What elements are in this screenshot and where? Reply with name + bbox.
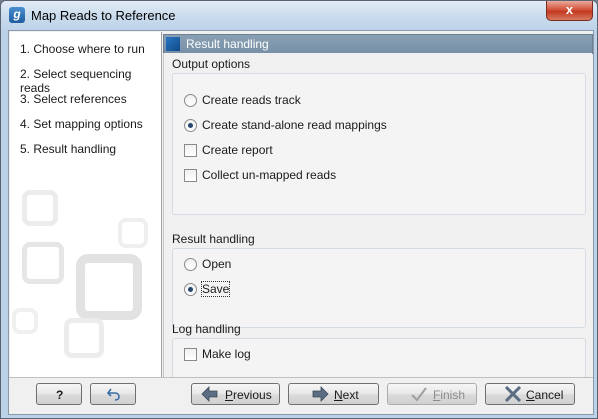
result-handling-group: Open Save <box>172 248 586 328</box>
title-bar[interactable]: g Map Reads to Reference x <box>1 1 597 30</box>
cancel-x-icon <box>504 386 522 402</box>
save-radio[interactable] <box>184 283 197 296</box>
create-reads-track-radio[interactable] <box>184 94 197 107</box>
panel-header-title: Result handling <box>186 37 269 51</box>
dialog-window: g Map Reads to Reference x 1. Choose whe… <box>0 0 598 419</box>
collect-unmapped-reads-label: Collect un-mapped reads <box>202 168 337 182</box>
cancel-button[interactable]: Cancel <box>485 383 575 405</box>
window-title: Map Reads to Reference <box>31 8 176 23</box>
wizard-client-area: 1. Choose where to run 2. Select sequenc… <box>8 30 594 415</box>
make-log-checkbox[interactable] <box>184 348 197 361</box>
create-standalone-mappings-radio[interactable] <box>184 119 197 132</box>
save-label: Save <box>200 281 231 297</box>
create-standalone-mappings-label: Create stand-alone read mappings <box>202 118 387 132</box>
help-button[interactable]: ? <box>36 383 82 405</box>
step-select-references: 3. Select references <box>20 92 127 106</box>
previous-button[interactable]: Previous <box>191 383 280 405</box>
finish-check-icon <box>411 387 427 402</box>
app-logo-icon: g <box>9 7 25 23</box>
wizard-steps-panel: 1. Choose where to run 2. Select sequenc… <box>10 32 162 377</box>
finish-button[interactable]: Finish <box>387 383 477 405</box>
next-arrow-icon <box>312 386 329 402</box>
open-radio[interactable] <box>184 258 197 271</box>
log-handling-group: Make log <box>172 338 586 378</box>
create-reads-track-label: Create reads track <box>202 93 301 107</box>
step-result-handling: 5. Result handling <box>20 142 117 156</box>
cancel-label: Cancel <box>526 388 564 402</box>
close-button[interactable]: x <box>546 1 593 21</box>
output-options-label: Output options <box>172 57 251 71</box>
open-label: Open <box>202 257 232 271</box>
footer-separator <box>9 377 593 378</box>
output-options-group: Create reads track Create stand-alone re… <box>172 73 586 215</box>
step-choose-where-to-run: 1. Choose where to run <box>20 42 145 56</box>
next-button[interactable]: Next <box>288 383 379 405</box>
close-icon: x <box>565 2 574 17</box>
log-handling-label: Log handling <box>172 322 241 336</box>
step-select-sequencing-reads: 2. Select sequencing reads <box>20 67 132 95</box>
options-pane: Output options Create reads track Create… <box>163 53 592 378</box>
finish-label: Finish <box>433 388 466 402</box>
create-report-checkbox[interactable] <box>184 144 197 157</box>
make-log-label: Make log <box>202 347 251 361</box>
reset-button[interactable] <box>90 383 136 405</box>
create-report-label: Create report <box>202 143 273 157</box>
next-label: Next <box>334 388 359 402</box>
step-set-mapping-options: 4. Set mapping options <box>20 117 143 131</box>
previous-label: Previous <box>225 388 272 402</box>
collect-unmapped-reads-checkbox[interactable] <box>184 169 197 182</box>
help-icon: ? <box>56 388 64 402</box>
result-handling-label: Result handling <box>172 232 255 246</box>
previous-arrow-icon <box>201 386 218 402</box>
panel-header: Result handling <box>163 34 593 54</box>
reset-icon <box>106 388 120 401</box>
panel-header-icon <box>166 37 180 51</box>
